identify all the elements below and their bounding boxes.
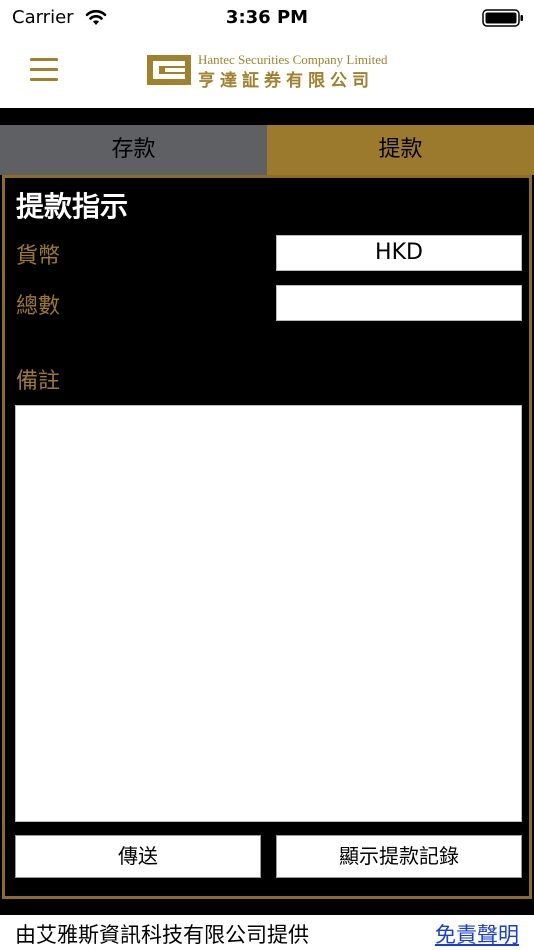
battery-icon	[482, 9, 523, 27]
show-history-button[interactable]: 顯示提款記錄	[276, 835, 522, 878]
tab-withdraw[interactable]: 提款	[267, 125, 534, 175]
withdrawal-form-panel: 提款指示 貨幣 HKD 總數 備註 傳送 顯示提款記錄	[2, 175, 532, 899]
currency-field[interactable]: HKD	[276, 235, 522, 271]
amount-field[interactable]	[276, 285, 522, 321]
currency-label: 貨幣	[16, 244, 61, 269]
tab-deposit[interactable]: 存款	[0, 125, 267, 175]
form-title: 提款指示	[16, 190, 129, 223]
logo-chinese-name: 亨達証券有限公司	[198, 71, 374, 91]
logo-mark-icon	[147, 55, 191, 85]
status-time: 3:36 PM	[225, 7, 309, 28]
remark-label: 備註	[16, 369, 61, 394]
provider-credit: 由艾雅斯資訊科技有限公司提供	[15, 923, 309, 947]
remark-textarea[interactable]	[15, 405, 522, 822]
app-header: Hantec Securities Company Limited 亨達証券有限…	[0, 36, 534, 108]
amount-label: 總數	[16, 294, 61, 319]
send-button[interactable]: 傳送	[15, 835, 261, 878]
footer: 由艾雅斯資訊科技有限公司提供 免責聲明	[0, 915, 534, 950]
hamburger-menu-icon[interactable]	[30, 58, 62, 86]
status-bar: Carrier 3:36 PM	[0, 0, 534, 36]
tab-bar: 存款 提款	[0, 125, 534, 175]
company-logo: Hantec Securities Company Limited 亨達証券有限…	[146, 51, 391, 91]
disclaimer-link[interactable]: 免責聲明	[435, 919, 519, 949]
